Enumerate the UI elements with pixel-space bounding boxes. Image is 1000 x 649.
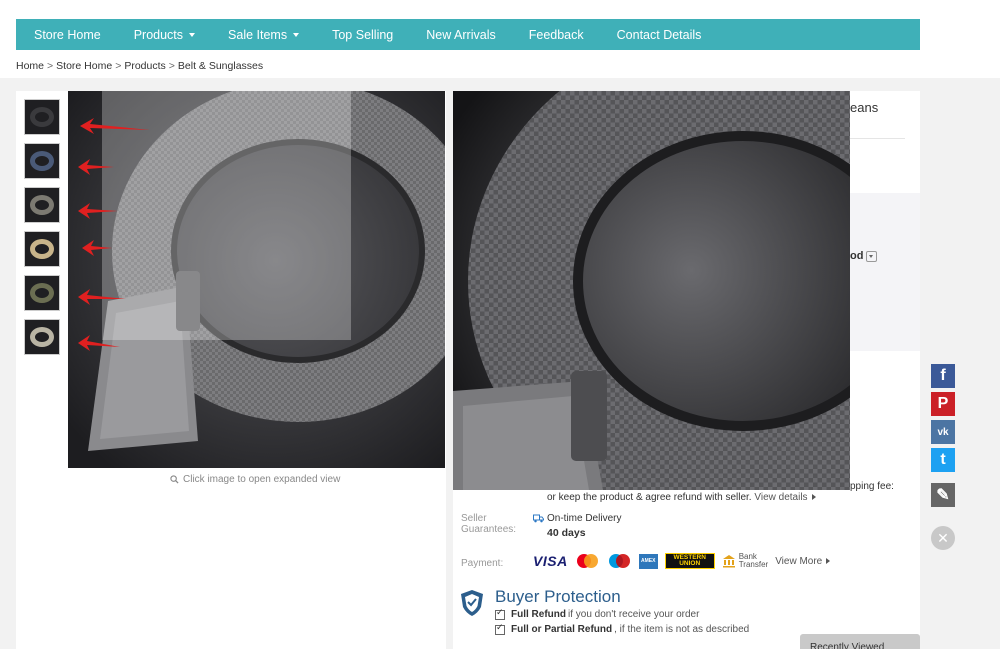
divider: [850, 138, 905, 139]
nav-store-home[interactable]: Store Home: [16, 28, 116, 42]
belt-thumb-graphic: [30, 283, 54, 303]
caret-down-icon: [189, 33, 196, 37]
nav-contact-details[interactable]: Contact Details: [599, 28, 717, 42]
caret-down-icon: [293, 33, 300, 37]
amex-icon: AMEX: [638, 553, 658, 569]
seller-guarantees: On-time Delivery 40 days: [533, 513, 621, 539]
red-arrow-icon: [78, 335, 120, 351]
nav-label: Sale Items: [228, 27, 288, 42]
expand-hint-text: Click image to open expanded view: [183, 474, 341, 485]
vk-share-button[interactable]: vk: [931, 420, 955, 444]
payment-methods: VISA AMEX WESTERN UNION Bank Transfer View…: [533, 553, 837, 569]
nav-feedback[interactable]: Feedback: [511, 28, 599, 42]
mastercard-icon: [576, 554, 598, 568]
shipping-fee-fragment: pping fee:: [850, 481, 894, 492]
breadcrumb-products[interactable]: Products: [124, 60, 165, 72]
nav-label: Store Home: [34, 27, 101, 42]
red-arrow-icon: [80, 118, 150, 134]
red-arrow-icon: [78, 289, 126, 305]
pinterest-icon: P: [937, 395, 949, 412]
pinterest-share-button[interactable]: P: [931, 392, 955, 416]
visa-icon: VISA: [533, 553, 568, 569]
breadcrumb-belt-sunglasses[interactable]: Belt & Sunglasses: [178, 60, 263, 72]
edit-button[interactable]: ✎: [931, 483, 955, 507]
seller-guarantees-label: Seller Guarantees:: [461, 513, 517, 535]
arrow-right-icon: [826, 558, 831, 564]
view-details-link[interactable]: View details: [754, 492, 816, 503]
nav-label: Contact Details: [616, 27, 702, 42]
delivery-days: 40 days: [547, 527, 586, 539]
nav-label: New Arrivals: [426, 27, 496, 42]
red-arrow-icon: [78, 203, 118, 219]
main-product-image[interactable]: [68, 91, 445, 468]
nav-top-selling[interactable]: Top Selling: [314, 28, 408, 42]
checkbox-icon: [495, 607, 505, 620]
thumbnail-list: [24, 99, 60, 363]
thumbnail-5[interactable]: [24, 275, 60, 311]
breadcrumb-store-home[interactable]: Store Home: [56, 60, 112, 72]
arrow-right-icon: [811, 494, 816, 500]
payment-label: Payment:: [461, 558, 504, 569]
breadcrumb: Home > Store Home > Products > Belt & Sunglass…: [16, 60, 264, 72]
western-union-icon: WESTERN UNION: [664, 553, 715, 569]
view-more-link[interactable]: View More: [775, 556, 831, 567]
on-time-delivery-text: On-time Delivery: [547, 513, 622, 524]
thumbnail-4[interactable]: [24, 231, 60, 267]
partial-refund-line: Full or Partial Refund , if the item is …: [495, 622, 749, 635]
store-nav-bar: Store Home Products Sale Items Top Selli…: [16, 19, 920, 50]
red-arrow-icon: [78, 159, 114, 175]
shield-icon: [461, 590, 483, 616]
variant-text: od: [850, 250, 864, 262]
bank-icon: [722, 555, 735, 568]
product-title-fragment: eans: [850, 100, 879, 115]
belt-thumb-graphic: [30, 327, 54, 347]
checkbox-icon: [495, 622, 505, 635]
close-share-button[interactable]: ✕: [931, 526, 955, 550]
maestro-icon: [608, 554, 630, 568]
nav-label: Top Selling: [332, 27, 394, 42]
magnifier-icon: [170, 475, 179, 484]
belt-thumb-graphic: [30, 107, 54, 127]
full-refund-line: Full Refund if you don't receive your or…: [495, 607, 699, 620]
twitter-share-button[interactable]: t: [931, 448, 955, 472]
belt-thumb-graphic: [30, 239, 54, 259]
refund-text: or keep the product & agree refund with …: [547, 492, 752, 503]
nav-products[interactable]: Products: [116, 28, 210, 42]
belt-thumb-graphic: [30, 195, 54, 215]
variant-section-bg: [850, 193, 920, 351]
expand-hint: Click image to open expanded view: [170, 474, 340, 485]
nav-label: Feedback: [528, 27, 584, 42]
close-icon: ✕: [937, 529, 949, 546]
vk-icon: vk: [937, 426, 949, 438]
zoom-preview-image: [453, 91, 850, 490]
nav-sale-items[interactable]: Sale Items: [210, 28, 314, 42]
red-arrow-icon: [82, 240, 112, 256]
variant-selector[interactable]: od: [850, 250, 878, 262]
dropdown-icon: [866, 250, 878, 262]
breadcrumb-home[interactable]: Home: [16, 60, 44, 72]
facebook-icon: f: [940, 367, 946, 384]
nav-label: Products: [133, 27, 184, 42]
bank-transfer-icon: Bank Transfer: [722, 553, 768, 569]
buyer-protection-title: Buyer Protection: [495, 587, 621, 606]
recently-viewed-tab[interactable]: Recently Viewed: [800, 634, 920, 649]
thumbnail-3[interactable]: [24, 187, 60, 223]
thumbnail-1[interactable]: [24, 99, 60, 135]
facebook-share-button[interactable]: f: [931, 364, 955, 388]
belt-thumb-graphic: [30, 151, 54, 171]
nav-new-arrivals[interactable]: New Arrivals: [408, 28, 510, 42]
twitter-icon: t: [940, 451, 946, 468]
pencil-icon: ✎: [936, 487, 950, 504]
thumbnail-2[interactable]: [24, 143, 60, 179]
refund-policy-line: or keep the product & agree refund with …: [547, 492, 816, 503]
delivery-truck-icon: [533, 514, 544, 523]
thumbnail-6[interactable]: [24, 319, 60, 355]
